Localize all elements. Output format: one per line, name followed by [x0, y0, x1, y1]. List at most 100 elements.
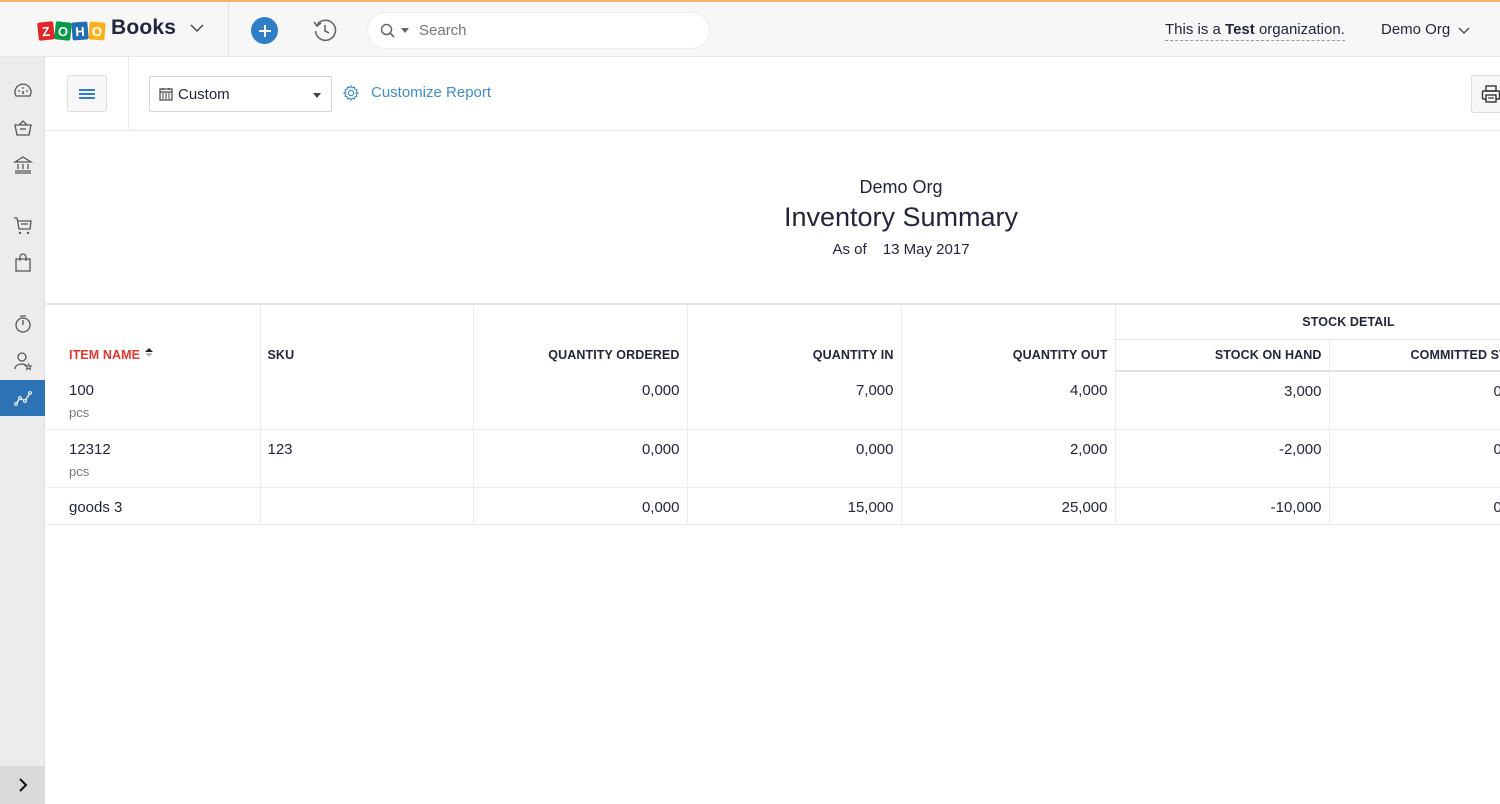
menu-pane [45, 57, 129, 131]
stopwatch-icon [14, 315, 31, 333]
cell-quantity-out: 2,000 [901, 429, 1116, 488]
sidebar-item-time-tracking[interactable] [0, 306, 45, 342]
date-range-select[interactable]: Custom [149, 76, 332, 112]
notice-text: This is a [1165, 21, 1221, 38]
sidebar-item-accountant[interactable] [0, 343, 45, 379]
quick-create-button[interactable] [251, 17, 278, 44]
column-header-committed-stock[interactable]: COMMITTED STOCK [1329, 339, 1500, 372]
column-header-quantity-ordered[interactable]: QUANTITY ORDERED [473, 305, 688, 371]
customize-report-link[interactable]: Customize Report [343, 84, 491, 101]
cell-committed-stock: 0,000 [1329, 429, 1500, 488]
global-search [367, 12, 710, 49]
calendar-icon [159, 88, 173, 101]
sidebar-item-sales[interactable] [0, 208, 45, 244]
print-button[interactable] [1471, 75, 1500, 113]
chevron-down-icon [1458, 27, 1470, 34]
group-label: STOCK DETAIL [1302, 314, 1395, 329]
report-toolbar: Custom Customize Report [45, 57, 1500, 131]
cell-quantity-in: 0,000 [687, 429, 902, 488]
shopping-bag-icon [14, 253, 31, 272]
sidebar-item-banking[interactable] [0, 147, 45, 183]
caret-down-icon [313, 93, 321, 98]
cell-quantity-in: 15,000 [687, 487, 902, 525]
cell-quantity-out: 25,000 [901, 487, 1116, 525]
history-icon [313, 19, 337, 42]
chevron-down-icon [190, 24, 204, 32]
basket-icon [13, 120, 32, 136]
cell-sku [260, 487, 474, 525]
plus-icon [258, 24, 271, 37]
item-name: 12312 [69, 440, 111, 458]
report-org-name: Demo Org [859, 177, 943, 197]
column-group-stock-detail: STOCK DETAIL [1115, 305, 1500, 340]
logo-letter: O [54, 21, 72, 41]
column-header-stock-on-hand[interactable]: STOCK ON HAND [1115, 339, 1330, 372]
logo-letter: Z [37, 21, 55, 41]
printer-icon [1481, 85, 1500, 103]
column-header-quantity-out[interactable]: QUANTITY OUT [901, 305, 1116, 371]
column-header-quantity-in[interactable]: QUANTITY IN [687, 305, 902, 371]
test-org-notice[interactable]: This is a Test organization. [1165, 21, 1345, 41]
customize-report-label: Customize Report [371, 84, 492, 101]
header-label: ITEM NAME [69, 348, 141, 362]
item-name: goods 3 [69, 498, 123, 516]
column-header-sku[interactable]: SKU [260, 305, 474, 371]
app-switcher[interactable]: Z O H O Books [37, 16, 204, 41]
cell-item-name[interactable]: goods 3 [46, 487, 261, 525]
cell-quantity-ordered: 0,000 [473, 429, 688, 488]
notice-bold: Test [1225, 21, 1255, 38]
org-switcher[interactable]: Demo Org [1381, 21, 1470, 38]
sidebar [0, 57, 45, 804]
cell-committed-stock: 0,000 [1329, 371, 1500, 430]
table-row[interactable]: 100 pcs 0,000 7,000 4,000 3,000 0,000 [46, 371, 1500, 430]
search-scope-dropdown[interactable] [401, 28, 409, 33]
cell-quantity-out: 4,000 [901, 371, 1116, 430]
cell-quantity-ordered: 0,000 [473, 487, 688, 525]
notice-text: organization. [1258, 21, 1345, 38]
as-of-label: As of [832, 241, 867, 258]
search-icon[interactable] [380, 23, 395, 38]
sidebar-item-purchases[interactable] [0, 245, 45, 281]
cell-item-name[interactable]: 12312 pcs [46, 429, 261, 488]
table-row[interactable]: goods 3 0,000 15,000 25,000 -10,000 0,00… [46, 487, 1500, 525]
report-date: As of 13 May 2017 [45, 241, 1500, 258]
bank-icon [12, 156, 33, 174]
inventory-summary-table: ITEM NAME SKU QUANTITY ORDERED QUANTITY … [46, 303, 1500, 533]
reports-menu-button[interactable] [67, 75, 107, 112]
line-chart-icon [13, 391, 32, 406]
report-header: Demo Org Inventory Summary As of 13 May … [45, 131, 1500, 303]
cell-stock-on-hand: 3,000 [1115, 371, 1330, 430]
search-input[interactable] [419, 22, 679, 39]
app-name: Books [111, 16, 177, 39]
sidebar-item-reports[interactable] [0, 380, 45, 416]
expand-sidebar-button[interactable] [0, 766, 45, 804]
cell-committed-stock: 0,000 [1329, 487, 1500, 525]
date-range-value: Custom [178, 85, 230, 103]
cell-sku [260, 371, 474, 430]
gear-icon [343, 84, 359, 101]
cell-quantity-in: 7,000 [687, 371, 902, 430]
column-header-item-name[interactable]: ITEM NAME [46, 305, 261, 371]
cell-stock-on-hand: -2,000 [1115, 429, 1330, 488]
divider [228, 2, 229, 58]
report-title: Inventory Summary [783, 202, 1019, 232]
cell-item-name[interactable]: 100 pcs [46, 371, 261, 430]
speedometer-icon [13, 83, 32, 97]
chevron-right-icon [18, 778, 27, 792]
top-bar: Z O H O Books This is a Test organizatio… [0, 0, 1500, 58]
sidebar-item-dashboard[interactable] [0, 73, 45, 109]
table-row[interactable]: 12312 pcs 123 0,000 0,000 2,000 -2,000 0,… [46, 429, 1500, 488]
org-name: Demo Org [1381, 21, 1451, 38]
cart-icon [13, 217, 32, 235]
cell-sku: 123 [260, 429, 474, 488]
item-unit: pcs [69, 463, 90, 479]
user-star-icon [13, 352, 33, 371]
logo-letter: H [71, 21, 89, 41]
recent-activity-button[interactable] [312, 17, 338, 43]
sidebar-item-items[interactable] [0, 110, 45, 146]
sort-ascending-icon [145, 348, 154, 357]
as-of-date: 13 May 2017 [882, 241, 970, 258]
zoho-logo: Z O H O [37, 16, 106, 41]
cell-stock-on-hand: -10,000 [1115, 487, 1330, 525]
logo-letter: O [88, 21, 106, 41]
